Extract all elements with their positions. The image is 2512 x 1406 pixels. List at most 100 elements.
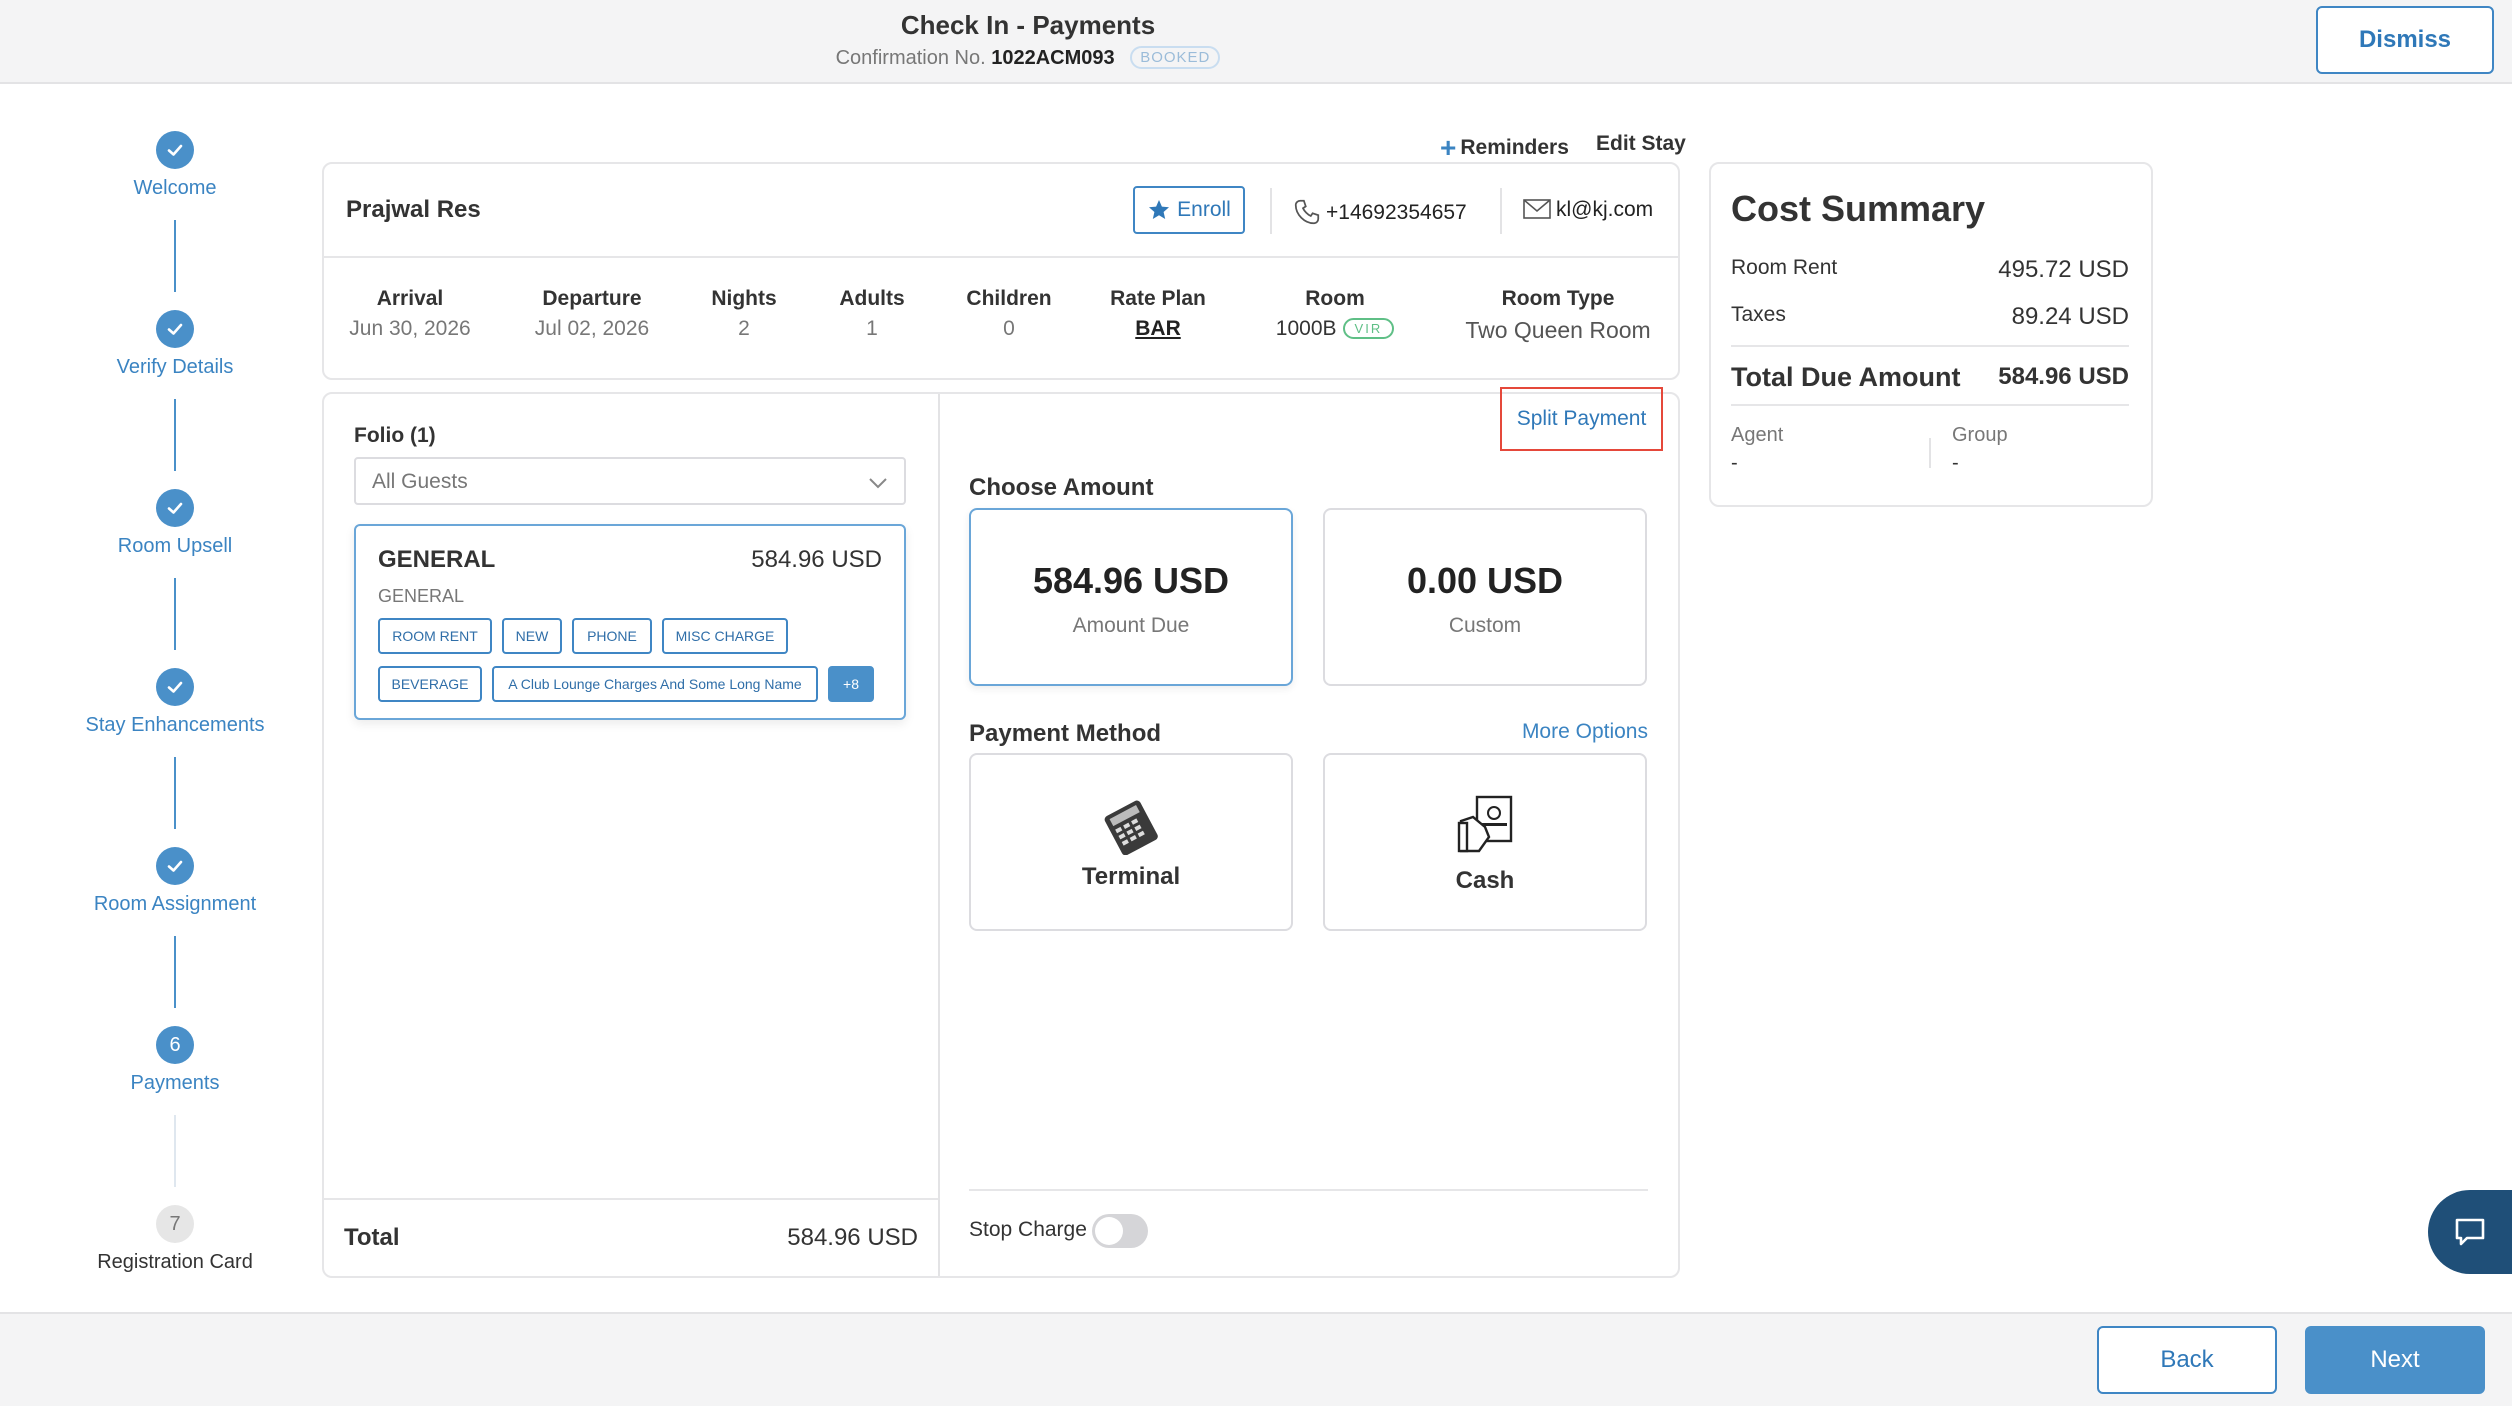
total-label: Total — [344, 1224, 400, 1251]
terminal-label: Terminal — [1081, 863, 1181, 890]
total-value: 584.96 USD — [787, 1224, 918, 1251]
folio-amount: 584.96 USD — [751, 546, 882, 573]
chevron-down-icon — [869, 478, 887, 489]
step-label: Stay Enhancements — [85, 714, 265, 736]
divider — [1929, 438, 1931, 468]
folio-card[interactable]: GENERAL 584.96 USD GENERAL ROOM RENT NEW… — [354, 524, 906, 720]
header-bar: Check In - Payments Confirmation No. 102… — [0, 0, 2512, 84]
reminders-link[interactable]: + Reminders — [1440, 132, 1569, 164]
step-payments[interactable]: 6 Payments — [10, 1026, 340, 1095]
stepper-connector — [174, 220, 176, 292]
step-registration-card[interactable]: 7 Registration Card — [10, 1205, 340, 1274]
step-verify-details[interactable]: Verify Details — [10, 310, 340, 379]
step-label: Registration Card — [97, 1251, 253, 1273]
divider — [1270, 188, 1272, 234]
terminal-method[interactable]: Terminal — [969, 753, 1293, 931]
custom-amount-label: Custom — [1448, 614, 1522, 637]
divider — [324, 256, 1678, 258]
cost-row-label: Room Rent — [1731, 256, 1838, 279]
step-label: Room Assignment — [93, 893, 257, 915]
amount-due-label: Amount Due — [1072, 614, 1190, 637]
confirmation-label: Confirmation No. — [835, 47, 986, 69]
amount-due-option[interactable]: 584.96 USD Amount Due — [969, 508, 1293, 686]
check-icon — [156, 310, 194, 348]
total-due-label: Total Due Amount — [1731, 362, 1961, 392]
stop-charge-toggle[interactable] — [1092, 1214, 1148, 1248]
star-icon — [1149, 200, 1170, 219]
reminders-label: Reminders — [1460, 136, 1569, 159]
stepper-connector — [174, 757, 176, 829]
chat-button[interactable] — [2428, 1190, 2512, 1274]
arrival-stat: Arrival Jun 30, 2026 — [330, 287, 490, 341]
room-number: 1000B — [1275, 317, 1337, 340]
step-label: Welcome — [133, 177, 217, 199]
cost-row-taxes: Taxes 89.24 USD — [1731, 303, 2129, 330]
group-value: - — [1952, 452, 1959, 474]
rate-plan-label: Rate Plan — [1110, 287, 1206, 310]
total-due-row: Total Due Amount 584.96 USD — [1731, 362, 2129, 393]
folio-label: Folio (1) — [354, 424, 436, 447]
room-stat: Room 1000B VIR — [1250, 287, 1420, 341]
more-tags-badge[interactable]: +8 — [828, 666, 874, 702]
step-number: 6 — [156, 1026, 194, 1064]
stepper-connector — [174, 578, 176, 650]
toggle-knob — [1095, 1217, 1123, 1245]
folio-subtitle: GENERAL — [378, 586, 465, 606]
split-payment-button[interactable]: Split Payment — [1500, 387, 1663, 451]
phone-icon — [1294, 199, 1320, 225]
charge-tag: PHONE — [572, 618, 652, 654]
step-label: Payments — [130, 1072, 220, 1094]
children-stat: Children 0 — [954, 287, 1064, 341]
room-label: Room — [1305, 287, 1365, 310]
divider — [1500, 188, 1502, 234]
arrival-label: Arrival — [376, 287, 444, 310]
email-contact[interactable]: kl@kj.com — [1522, 197, 1653, 222]
step-welcome[interactable]: Welcome — [10, 131, 340, 200]
departure-value: Jul 02, 2026 — [534, 317, 650, 340]
stepper-connector — [174, 1115, 176, 1187]
charge-tag: ROOM RENT — [378, 618, 492, 654]
plus-icon: + — [1440, 132, 1457, 163]
rate-plan-link[interactable]: BAR — [1098, 317, 1218, 341]
cost-row-room-rent: Room Rent 495.72 USD — [1731, 256, 2129, 283]
back-button[interactable]: Back — [2097, 1326, 2277, 1394]
step-number: 7 — [156, 1205, 194, 1243]
nights-value: 2 — [738, 317, 750, 340]
next-button[interactable]: Next — [2305, 1326, 2485, 1394]
children-label: Children — [966, 287, 1052, 310]
edit-stay-link[interactable]: Edit Stay — [1596, 132, 1686, 156]
guest-name: Prajwal Res — [346, 196, 481, 223]
card-terminal-icon — [1104, 800, 1158, 855]
phone-contact[interactable]: +14692354657 — [1292, 197, 1467, 227]
divider — [324, 1198, 938, 1200]
payment-method-heading: Payment Method — [969, 720, 1162, 747]
folio-guest-select[interactable]: All Guests — [354, 457, 906, 505]
adults-value: 1 — [866, 317, 878, 340]
cost-summary-title: Cost Summary — [1731, 188, 1986, 229]
enroll-button[interactable]: Enroll — [1133, 186, 1245, 234]
total-due-value: 584.96 USD — [1998, 363, 2129, 390]
departure-label: Departure — [542, 287, 642, 310]
departure-stat: Departure Jul 02, 2026 — [512, 287, 672, 341]
step-room-upsell[interactable]: Room Upsell — [10, 489, 340, 558]
enroll-label: Enroll — [1177, 198, 1231, 221]
room-value: 1000B VIR — [1250, 317, 1420, 341]
divider — [969, 1189, 1648, 1191]
cash-icon — [1457, 795, 1513, 853]
divider — [1731, 404, 2129, 406]
cost-row-value: 89.24 USD — [2011, 303, 2129, 330]
confirmation-number: 1022ACM093 — [991, 47, 1115, 69]
custom-amount-option[interactable]: 0.00 USD Custom — [1323, 508, 1647, 686]
amount-due-value: 584.96 USD — [1032, 560, 1230, 601]
more-options-link[interactable]: More Options — [1500, 720, 1648, 744]
cash-label: Cash — [1455, 867, 1515, 894]
agent-value: - — [1731, 452, 1738, 474]
email-address: kl@kj.com — [1556, 198, 1654, 221]
nights-stat: Nights 2 — [694, 287, 794, 341]
dismiss-button[interactable]: Dismiss — [2316, 6, 2494, 74]
step-stay-enhancements[interactable]: Stay Enhancements — [10, 668, 340, 737]
check-icon — [156, 847, 194, 885]
step-room-assignment[interactable]: Room Assignment — [10, 847, 340, 916]
cash-method[interactable]: Cash — [1323, 753, 1647, 931]
confirmation-line: Confirmation No. 1022ACM093 BOOKED — [0, 46, 2056, 70]
